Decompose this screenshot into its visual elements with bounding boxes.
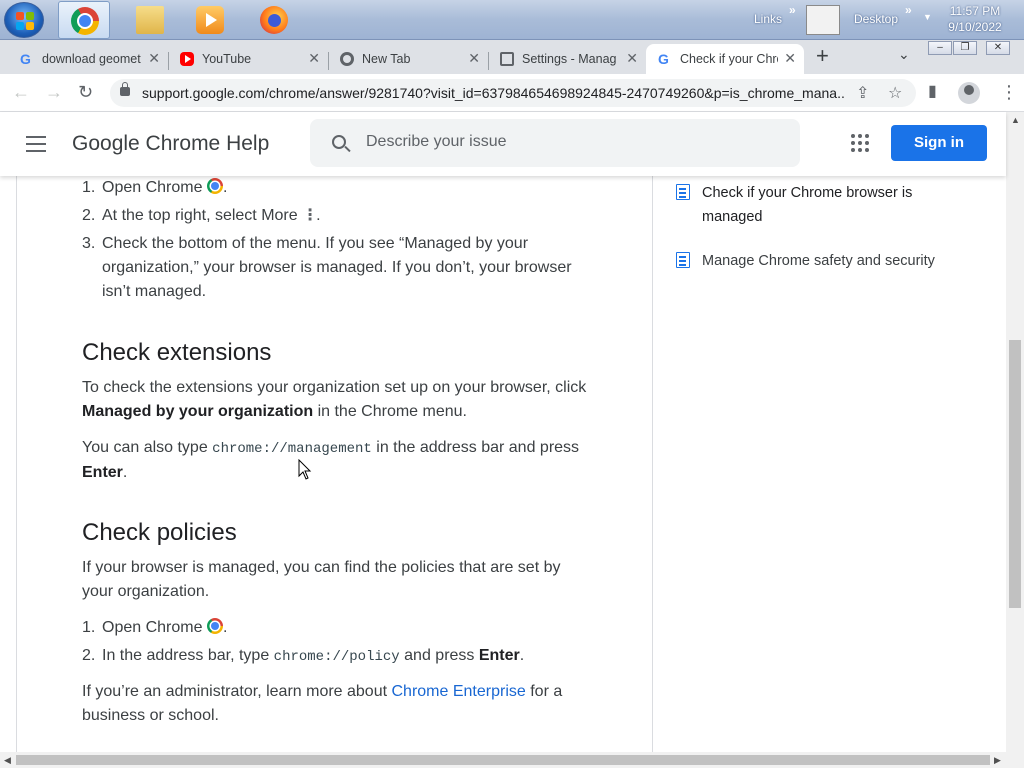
tab-title: Check if your Chro: [680, 52, 778, 66]
close-tab-icon[interactable]: ✕: [626, 50, 638, 67]
sign-in-button[interactable]: Sign in: [891, 125, 987, 161]
chrome-icon: [206, 618, 223, 634]
firefox-icon: [260, 6, 288, 34]
desktop-expand-icon[interactable]: »: [905, 3, 912, 17]
list-item: 2. At the top right, select More ⋮.: [82, 204, 592, 228]
taskbar-explorer-button[interactable]: [124, 1, 176, 39]
clock-date: 9/10/2022: [948, 20, 1002, 34]
sidebar-item-check-managed[interactable]: Check if your Chrome browser is managed: [676, 181, 972, 229]
browser-toolbar: ← → ↻ support.google.com/chrome/answer/9…: [0, 74, 1024, 112]
youtube-icon: [180, 52, 194, 66]
google-g-icon: G: [658, 51, 669, 67]
media-player-icon: [196, 6, 224, 34]
help-search-box[interactable]: [310, 119, 800, 167]
article-panel: 1. Open Chrome . 2. At the top right, sele…: [16, 176, 653, 752]
tab-download-geometry[interactable]: G download geomet ✕: [8, 44, 168, 74]
scroll-right-icon[interactable]: ▶: [994, 755, 1001, 766]
system-clock[interactable]: 11:57 PM 9/10/2022: [944, 3, 1006, 35]
related-articles-sidebar: Check if your Chrome browser is managed …: [654, 176, 1006, 752]
paragraph-admin: If you’re an administrator, learn more a…: [82, 683, 563, 724]
share-icon[interactable]: ⇪: [856, 83, 869, 103]
start-button[interactable]: [4, 2, 44, 38]
sidebar-item-safety-security[interactable]: Manage Chrome safety and security: [676, 249, 972, 273]
article-icon: [676, 252, 690, 268]
paragraph-extensions: To check the extensions your organizatio…: [82, 379, 587, 420]
side-panel-icon[interactable]: ▮: [928, 82, 937, 102]
search-icon[interactable]: [332, 135, 346, 149]
close-tab-icon[interactable]: ✕: [148, 50, 160, 67]
heading-check-extensions: Check extensions: [82, 339, 272, 366]
horizontal-scrollbar[interactable]: ◀ ▶: [0, 752, 1024, 768]
forward-button[interactable]: →: [45, 82, 63, 102]
google-apps-icon[interactable]: [851, 134, 869, 152]
horizontal-scroll-thumb[interactable]: [16, 755, 990, 765]
back-button[interactable]: ←: [12, 82, 30, 102]
google-g-icon: G: [20, 51, 31, 67]
chrome-enterprise-link[interactable]: Chrome Enterprise: [392, 683, 526, 700]
settings-page-icon: [500, 52, 514, 66]
lock-icon[interactable]: [120, 82, 130, 96]
bookmark-star-icon[interactable]: ☆: [888, 83, 902, 103]
address-bar[interactable]: support.google.com/chrome/answer/9281740…: [110, 79, 916, 107]
paragraph-policies: If your browser is managed, you can find…: [82, 559, 561, 600]
search-input[interactable]: [366, 133, 766, 151]
folder-icon: [136, 6, 164, 34]
page-title[interactable]: Google Chrome Help: [72, 132, 269, 156]
vertical-scroll-thumb[interactable]: [1009, 340, 1021, 608]
sidebar-item-label: Check if your Chrome browser is managed: [702, 185, 913, 225]
chrome-newtab-icon: [340, 52, 354, 66]
taskbar-media-player-button[interactable]: [184, 1, 236, 39]
tab-new-tab[interactable]: New Tab ✕: [328, 44, 488, 74]
tab-title: download geomet: [42, 52, 141, 66]
tab-title: New Tab: [362, 52, 411, 66]
list-item: 1. Open Chrome .: [82, 618, 228, 636]
minimize-button[interactable]: –: [928, 41, 952, 55]
links-expand-icon[interactable]: »: [789, 3, 796, 17]
tab-search-chevron-icon[interactable]: ⌄: [898, 46, 910, 63]
close-tab-icon[interactable]: ✕: [308, 50, 320, 67]
main-menu-icon[interactable]: [26, 136, 46, 152]
tray-chevron-icon[interactable]: ▼: [923, 12, 932, 22]
reload-button[interactable]: ↻: [78, 82, 93, 102]
close-tab-icon[interactable]: ✕: [784, 50, 796, 67]
article-icon: [676, 184, 690, 200]
vertical-scrollbar[interactable]: ▲: [1006, 112, 1024, 752]
chrome-icon: [71, 7, 99, 35]
links-toolbar-label[interactable]: Links: [754, 12, 782, 26]
close-tab-icon[interactable]: ✕: [468, 50, 480, 67]
steps-list-policies: 1. Open Chrome . 2. In the address bar, ty…: [82, 616, 592, 673]
heading-check-policies: Check policies: [82, 519, 237, 546]
chrome-menu-icon[interactable]: ⋮: [1000, 82, 1018, 102]
url-text[interactable]: support.google.com/chrome/answer/9281740…: [142, 85, 844, 101]
scroll-left-icon[interactable]: ◀: [4, 755, 11, 766]
windows-logo-icon: [16, 12, 34, 30]
paragraph-management-url: You can also type chrome://management in…: [82, 439, 580, 481]
steps-list-managed: 1. Open Chrome . 2. At the top right, sele…: [82, 176, 592, 308]
help-center-header: Google Chrome Help Sign in: [0, 112, 1006, 176]
tab-title: Settings - Manag: [522, 52, 617, 66]
clock-time: 11:57 PM: [949, 4, 1001, 18]
tab-strip: G download geomet ✕ YouTube ✕ New Tab ✕ …: [0, 40, 1024, 74]
tab-settings[interactable]: Settings - Manag ✕: [488, 44, 646, 74]
new-tab-button[interactable]: +: [816, 43, 829, 69]
tab-title: YouTube: [202, 52, 252, 66]
profile-avatar[interactable]: [958, 82, 980, 104]
windows-taskbar: Links » Desktop » ▼ 11:57 PM 9/10/2022: [0, 0, 1024, 40]
taskbar-firefox-button[interactable]: [248, 1, 300, 39]
more-vert-icon: ⋮: [302, 207, 319, 224]
taskbar-chrome-button[interactable]: [58, 1, 110, 39]
close-window-button[interactable]: ✕: [986, 41, 1010, 55]
tab-youtube[interactable]: YouTube ✕: [168, 44, 328, 74]
mouse-cursor-icon: [298, 459, 312, 480]
sidebar-item-label: Manage Chrome safety and security: [702, 253, 935, 269]
list-item: 3. Check the bottom of the menu. If you s…: [82, 235, 572, 300]
desktop-toolbar-label[interactable]: Desktop: [854, 12, 898, 26]
chrome-icon: [206, 178, 223, 194]
desktop-shortcut-icon[interactable]: [806, 5, 840, 35]
list-item: 2. In the address bar, type chrome://poli…: [82, 647, 525, 665]
tab-check-chrome-managed[interactable]: G Check if your Chro ✕: [646, 44, 804, 74]
list-item: 1. Open Chrome .: [82, 178, 228, 196]
scroll-up-icon[interactable]: ▲: [1011, 115, 1020, 125]
restore-button[interactable]: ❐: [953, 41, 977, 55]
